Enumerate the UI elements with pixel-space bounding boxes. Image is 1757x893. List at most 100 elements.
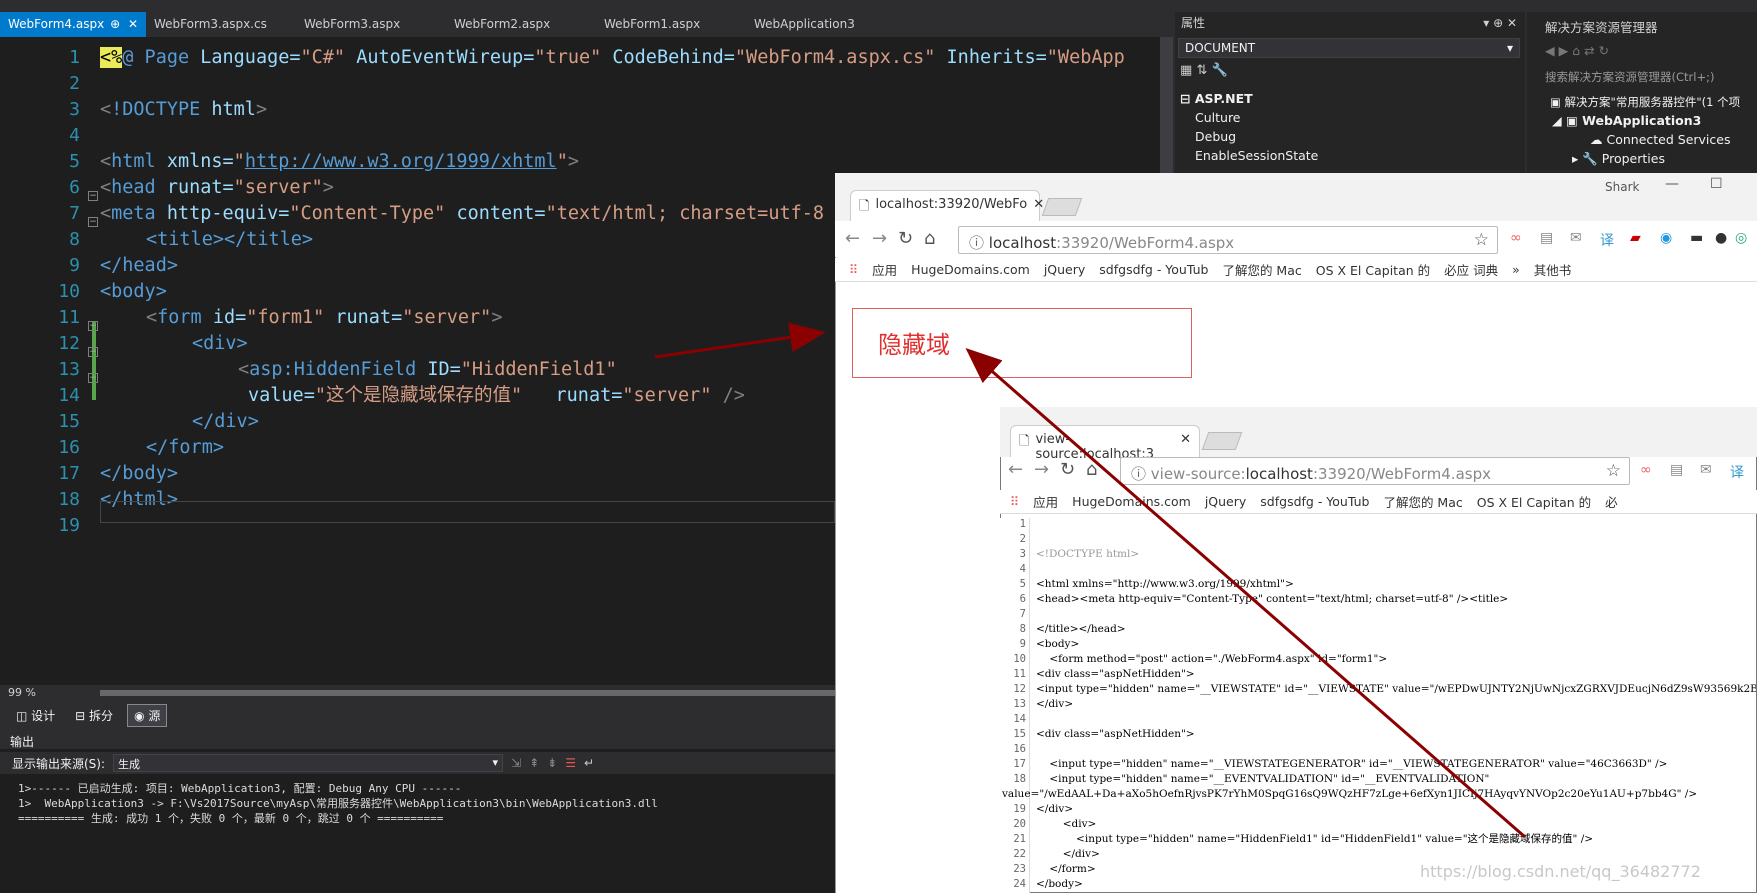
code-line-15: </div> xyxy=(192,411,259,432)
next-message-icon[interactable]: ⇟ xyxy=(547,756,557,770)
reload-icon[interactable]: ↻ xyxy=(898,228,913,249)
source-line: <input type="hidden" name="__VIEWSTATEGE… xyxy=(1036,758,1668,770)
property-row[interactable]: Debug xyxy=(1195,129,1236,144)
reload-icon[interactable]: ↻ xyxy=(1060,459,1075,480)
properties-object-select[interactable]: DOCUMENT ▾ xyxy=(1178,38,1520,58)
bookmark-item[interactable]: 了解您的 Mac xyxy=(1222,260,1301,279)
home-icon[interactable]: ⌂ xyxy=(1572,43,1580,58)
property-row[interactable]: EnableSessionState xyxy=(1195,148,1318,163)
extension-icon[interactable]: ∞ xyxy=(1510,230,1522,246)
profile-name[interactable]: Shark xyxy=(1605,180,1639,194)
sync-icon[interactable]: ⇄ xyxy=(1584,43,1594,58)
extension-icon[interactable]: ◎ xyxy=(1735,230,1747,246)
new-tab-button[interactable] xyxy=(1041,198,1083,216)
close-icon[interactable]: ✕ xyxy=(1180,432,1191,451)
pin-icon[interactable]: ⊕ xyxy=(110,12,120,37)
extension-icon[interactable]: ▤ xyxy=(1540,230,1553,246)
more-bookmarks-button[interactable]: » xyxy=(1512,262,1520,277)
extension-icon[interactable]: ∞ xyxy=(1640,462,1652,478)
goto-icon[interactable]: ⇲ xyxy=(511,756,521,770)
minimize-icon[interactable]: — xyxy=(1665,176,1679,192)
close-icon[interactable]: ✕ xyxy=(128,12,138,37)
output-source-select[interactable]: 生成 ▾ xyxy=(113,754,504,772)
bookmark-item[interactable]: OS X El Capitan 的 xyxy=(1477,492,1591,511)
solution-search-input[interactable]: 搜索解决方案资源管理器(Ctrl+;) xyxy=(1545,69,1755,85)
tab-webform4-aspx[interactable]: WebForm4.aspx ⊕ ✕ xyxy=(0,12,146,37)
extension-icon[interactable]: ● xyxy=(1715,230,1727,246)
project-item[interactable]: ◢ ▣ WebApplication3 xyxy=(1552,113,1701,128)
refresh-icon[interactable]: ↻ xyxy=(1599,43,1609,58)
source-line-number: 14 xyxy=(1013,713,1026,725)
clear-all-icon[interactable]: ☰ xyxy=(565,756,576,770)
split-view-button[interactable]: ⊟ 拆分 xyxy=(69,705,119,726)
bookmark-item[interactable]: 应用 xyxy=(1033,492,1058,511)
fold-toggle-icon[interactable]: − xyxy=(88,217,98,227)
forward-icon[interactable]: → xyxy=(872,228,887,249)
browser-tab[interactable]: 🗋 view-source:localhost:3 ✕ xyxy=(1010,425,1200,462)
extension-icon[interactable]: ✉ xyxy=(1570,230,1582,246)
extension-icon[interactable]: ▬ xyxy=(1690,230,1703,246)
new-tab-button[interactable] xyxy=(1201,432,1243,450)
prev-message-icon[interactable]: ⇞ xyxy=(529,756,539,770)
browser-tab[interactable]: 🗋 localhost:33920/WebFo ✕ xyxy=(850,190,1044,222)
bookmark-item[interactable]: 了解您的 Mac xyxy=(1383,492,1462,511)
other-bookmarks-folder[interactable]: 其他书 xyxy=(1534,260,1572,279)
extension-icon[interactable]: 译 xyxy=(1600,230,1614,250)
bookmark-item[interactable]: OS X El Capitan 的 xyxy=(1316,260,1430,279)
bookmark-star-icon[interactable]: ☆ xyxy=(1606,461,1621,481)
bookmark-item[interactable]: jQuery xyxy=(1205,494,1246,509)
tab-webapplication3[interactable]: WebApplication3 xyxy=(746,12,896,37)
source-view-button[interactable]: ◉ 源 xyxy=(127,703,168,727)
source-line-number: 9 xyxy=(1019,638,1026,650)
address-bar[interactable]: ⓘ view-source:localhost:33920/WebForm4.a… xyxy=(1120,457,1630,485)
bookmark-item[interactable]: sdfgsdfg - YouTub xyxy=(1099,262,1208,277)
extension-icon[interactable]: ▰ xyxy=(1630,230,1641,246)
fold-toggle-icon[interactable]: − xyxy=(88,347,98,357)
fold-toggle-icon[interactable]: − xyxy=(88,191,98,201)
extension-icon[interactable]: ✉ xyxy=(1700,462,1712,478)
extension-icon[interactable]: ◉ xyxy=(1660,230,1672,246)
bookmark-item[interactable]: sdfgsdfg - YouTub xyxy=(1260,494,1369,509)
bookmark-item[interactable]: 应用 xyxy=(872,260,897,279)
properties-item[interactable]: ▸ 🔧 Properties xyxy=(1572,151,1665,167)
source-line-number: 3 xyxy=(1019,548,1026,560)
categorized-icon[interactable]: ▦ xyxy=(1180,63,1192,78)
address-bar[interactable]: ⓘ localhost:33920/WebForm4.aspx ☆ xyxy=(958,226,1498,254)
bookmarks-bar: ⠿ 应用 HugeDomains.com jQuery sdfgsdfg - Y… xyxy=(835,258,1757,282)
tab-webform1-aspx[interactable]: WebForm1.aspx xyxy=(596,12,746,37)
tab-webform2-aspx[interactable]: WebForm2.aspx xyxy=(446,12,596,37)
properties-category[interactable]: ⊟ ASP.NET xyxy=(1180,91,1253,106)
back-icon[interactable]: ← xyxy=(1008,459,1023,480)
tab-webform3-aspx-cs[interactable]: WebForm3.aspx.cs xyxy=(146,12,296,37)
design-view-button[interactable]: ◫ 设计 xyxy=(10,705,61,726)
fold-toggle-icon[interactable]: − xyxy=(88,373,98,383)
apps-icon[interactable]: ⠿ xyxy=(1010,494,1019,509)
source-line-number: 21 xyxy=(1013,833,1026,845)
word-wrap-icon[interactable]: ↵ xyxy=(584,756,594,770)
back-icon[interactable]: ← xyxy=(845,228,860,249)
panel-controls[interactable]: ▾ ⊕ ✕ xyxy=(1483,12,1517,34)
extension-icon[interactable]: ▤ xyxy=(1670,462,1683,478)
home-icon[interactable]: ⌂ xyxy=(1086,459,1097,480)
property-row[interactable]: Culture xyxy=(1195,110,1241,125)
zoom-level[interactable]: 99 % xyxy=(8,686,36,699)
solution-root-item[interactable]: ▣ 解决方案"常用服务器控件"(1 个项 xyxy=(1550,94,1755,110)
bookmark-item[interactable]: jQuery xyxy=(1044,262,1085,277)
forward-icon[interactable]: ▶ xyxy=(1559,43,1569,58)
extension-icon[interactable]: 译 xyxy=(1730,462,1744,482)
tab-webform3-aspx[interactable]: WebForm3.aspx xyxy=(296,12,446,37)
maximize-icon[interactable]: ☐ xyxy=(1710,176,1723,192)
apps-icon[interactable]: ⠿ xyxy=(849,262,858,277)
bookmark-item[interactable]: 必应 词典 xyxy=(1444,260,1498,279)
back-icon[interactable]: ◀ xyxy=(1545,43,1555,58)
bookmark-star-icon[interactable]: ☆ xyxy=(1474,230,1489,250)
home-icon[interactable]: ⌂ xyxy=(924,228,935,249)
wrench-icon[interactable]: 🔧 xyxy=(1211,63,1227,78)
alphabetical-icon[interactable]: ⇅ xyxy=(1196,63,1207,78)
fold-toggle-icon[interactable]: − xyxy=(88,321,98,331)
forward-icon[interactable]: → xyxy=(1034,459,1049,480)
bookmark-item[interactable]: HugeDomains.com xyxy=(1072,494,1191,509)
connected-services-item[interactable]: ☁ Connected Services xyxy=(1590,132,1730,147)
bookmark-item[interactable]: 必 xyxy=(1605,492,1618,511)
bookmark-item[interactable]: HugeDomains.com xyxy=(911,262,1030,277)
